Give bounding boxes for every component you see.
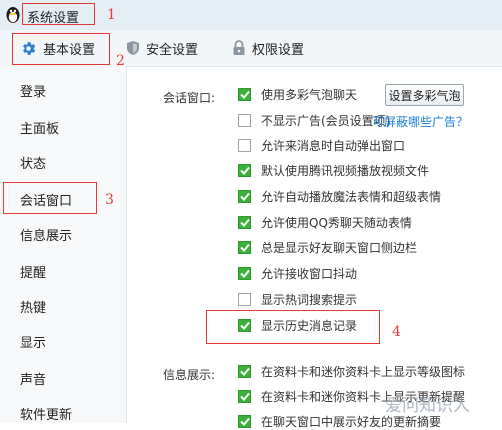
watermark: 爱问知识人 [385,396,470,416]
annotation-number-4: 4 [392,324,401,340]
sidebar-item-hotkeys[interactable]: 热键 [20,297,46,316]
checkbox-label: 在资料卡和迷你资料卡上显示等级图标 [261,364,466,379]
checkbox[interactable] [238,189,251,203]
annotation-box-history [206,310,380,344]
checkbox[interactable] [238,215,251,229]
checkmark-icon [239,90,250,99]
checkbox[interactable] [238,266,251,280]
checkbox[interactable] [238,292,251,306]
checkbox-row[interactable]: 使用多彩气泡聊天 [238,85,357,103]
sidebar-item-display[interactable]: 显示 [20,332,46,351]
sidebar-item-software-update[interactable]: 软件更新 [20,404,72,423]
annotation-box-chat-window [3,182,97,214]
checkbox-row[interactable]: 不显示广告(会员设置项) [238,111,390,129]
qq-penguin-icon [4,4,22,27]
sidebar-item-reminders[interactable]: 提醒 [20,262,46,281]
checkbox[interactable] [238,414,251,428]
checkbox-label: 显示热词搜索提示 [261,292,358,307]
checkmark-icon [239,166,250,175]
checkmark-icon [239,243,250,252]
checkbox[interactable] [238,87,251,101]
checkbox[interactable] [238,389,251,403]
checkmark-icon [239,392,250,401]
checkbox-label: 不显示广告(会员设置项) [261,113,391,128]
sidebar: 登录 主面板 状态 会话窗口 信息展示 提醒 热键 显示 声音 软件更新 [0,66,127,423]
checkbox-row[interactable]: 显示热词搜索提示 [238,290,357,308]
tab-security-settings[interactable]: 安全设置 [126,30,198,66]
annotation-box-basic-settings [12,33,110,65]
annotation-number-3: 3 [105,192,114,208]
checkbox-label: 允许使用QQ秀聊天随动表情 [261,215,412,230]
checkmark-icon [239,218,250,227]
info-display-section-label: 信息展示: [163,368,216,382]
sidebar-item-info-display[interactable]: 信息展示 [20,225,72,244]
checkbox[interactable] [238,240,251,254]
checkbox-row[interactable]: 总是显示好友聊天窗口侧边栏 [238,238,417,256]
blockable-ads-link[interactable]: 可屏蔽哪些广告？ [372,113,468,130]
checkbox-label: 总是显示好友聊天窗口侧边栏 [261,240,418,255]
checkmark-icon [239,269,250,278]
annotation-box-title [22,3,95,25]
annotation-number-1: 1 [107,7,116,23]
checkbox-row[interactable]: 默认使用腾讯视频播放视频文件 [238,161,429,179]
checkbox-row[interactable]: 在资料卡和迷你资料卡上显示等级图标 [238,362,465,380]
checkmark-icon [239,367,250,376]
chat-window-section-label: 会话窗口: [163,91,216,105]
checkbox[interactable] [238,138,251,152]
tab-permission-settings-label: 权限设置 [252,42,305,58]
set-colorful-bubble-button[interactable]: 设置多彩气泡 [385,84,464,106]
checkbox-row[interactable]: 允许来消息时自动弹出窗口 [238,136,405,154]
tab-permission-settings[interactable]: 权限设置 [232,30,304,66]
sidebar-item-main-panel[interactable]: 主面板 [20,118,59,137]
checkmark-icon [239,192,250,201]
checkbox-label: 允许来消息时自动弹出窗口 [261,138,406,153]
checkbox-row[interactable]: 允许使用QQ秀聊天随动表情 [238,213,412,231]
checkbox[interactable] [238,364,251,378]
checkbox-label: 允许接收窗口抖动 [261,266,358,281]
tab-security-settings-label: 安全设置 [146,42,199,58]
checkbox[interactable] [238,113,251,127]
checkbox-label: 使用多彩气泡聊天 [261,87,358,102]
checkbox-row[interactable]: 允许接收窗口抖动 [238,264,357,282]
sidebar-item-login[interactable]: 登录 [20,81,46,100]
sidebar-item-sound[interactable]: 声音 [20,369,46,388]
lock-icon [233,40,245,55]
sidebar-item-status[interactable]: 状态 [20,153,46,172]
shield-icon [127,41,139,55]
checkbox[interactable] [238,163,251,177]
checkmark-icon [239,417,250,426]
checkbox-label: 默认使用腾讯视频播放视频文件 [261,163,430,178]
checkbox-row[interactable]: 允许自动播放魔法表情和超级表情 [238,187,441,205]
checkbox-label: 允许自动播放魔法表情和超级表情 [261,189,442,204]
